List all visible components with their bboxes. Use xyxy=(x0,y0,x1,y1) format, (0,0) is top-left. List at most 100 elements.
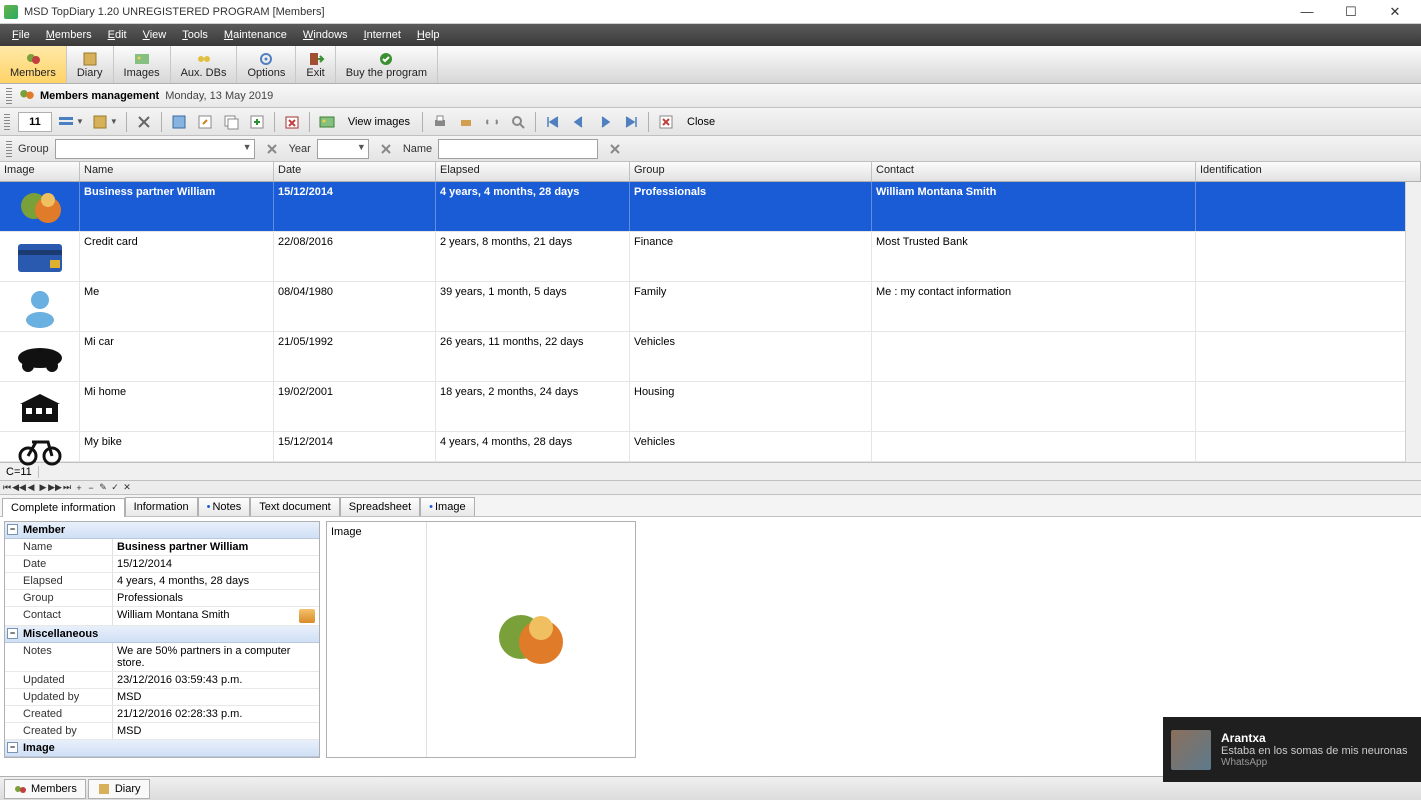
toolbar-auxdbs-button[interactable]: Aux. DBs xyxy=(171,46,238,83)
table-row[interactable]: Business partner William15/12/20144 year… xyxy=(0,182,1421,232)
collapse-icon[interactable]: − xyxy=(7,524,18,535)
nav-prev-page-button[interactable]: ◀◀ xyxy=(14,483,24,493)
prop-section-image[interactable]: −Image xyxy=(5,740,319,757)
table-row[interactable]: Credit card22/08/20162 years, 8 months, … xyxy=(0,232,1421,282)
prop-value: 21/12/2016 02:28:33 p.m. xyxy=(113,706,319,722)
collapse-icon[interactable]: − xyxy=(7,628,18,639)
system-notification[interactable]: Arantxa Estaba en los somas de mis neuro… xyxy=(1163,717,1421,782)
group-filter-combo[interactable]: ▼ xyxy=(55,139,255,159)
link-button[interactable] xyxy=(481,111,503,133)
contact-badge-icon[interactable] xyxy=(299,609,315,623)
tab-text-document[interactable]: Text document xyxy=(250,497,340,516)
menu-maintenance[interactable]: Maintenance xyxy=(216,27,295,43)
prop-row[interactable]: Updated byMSD xyxy=(5,689,319,706)
prop-row[interactable]: Created byMSD xyxy=(5,723,319,740)
edit-button[interactable] xyxy=(194,111,216,133)
menu-help[interactable]: Help xyxy=(409,27,448,43)
new-button[interactable] xyxy=(168,111,190,133)
prop-row[interactable]: Elapsed4 years, 4 months, 28 days xyxy=(5,573,319,590)
menu-internet[interactable]: Internet xyxy=(356,27,409,43)
search-button[interactable] xyxy=(507,111,529,133)
sort-button[interactable]: ▼ xyxy=(90,111,120,133)
toolbar-images-button[interactable]: Images xyxy=(114,46,171,83)
prop-row[interactable]: GroupProfessionals xyxy=(5,590,319,607)
tab-spreadsheet[interactable]: Spreadsheet xyxy=(340,497,420,516)
table-row[interactable]: Mi car21/05/199226 years, 11 months, 22 … xyxy=(0,332,1421,382)
nav-remove-button[interactable]: − xyxy=(86,483,96,493)
collapse-icon[interactable]: − xyxy=(7,742,18,753)
table-row[interactable]: Me08/04/198039 years, 1 month, 5 daysFam… xyxy=(0,282,1421,332)
tab-image[interactable]: •Image xyxy=(420,497,474,516)
clear-year-button[interactable] xyxy=(375,138,397,160)
prop-row[interactable]: Date15/12/2014 xyxy=(5,556,319,573)
view-images-button[interactable]: View images xyxy=(342,116,416,128)
menu-members[interactable]: Members xyxy=(38,27,100,43)
table-row[interactable]: Mi home19/02/200118 years, 2 months, 24 … xyxy=(0,382,1421,432)
close-button[interactable]: ✕ xyxy=(1373,1,1417,23)
nav-cancel-button[interactable]: ✕ xyxy=(122,483,132,493)
delete-button[interactable] xyxy=(281,111,303,133)
clear-name-button[interactable] xyxy=(604,138,626,160)
menu-edit[interactable]: Edit xyxy=(100,27,135,43)
cut-button[interactable] xyxy=(133,111,155,133)
column-header-contact[interactable]: Contact xyxy=(872,162,1196,181)
grid-scrollbar[interactable] xyxy=(1405,182,1421,462)
tab-notes[interactable]: •Notes xyxy=(198,497,251,516)
menu-windows[interactable]: Windows xyxy=(295,27,356,43)
last-nav-button[interactable] xyxy=(620,111,642,133)
nav-next-button[interactable]: ▶ xyxy=(38,483,48,493)
next-nav-button[interactable] xyxy=(594,111,616,133)
menu-view[interactable]: View xyxy=(135,27,175,43)
prop-row[interactable]: Created21/12/2016 02:28:33 p.m. xyxy=(5,706,319,723)
prop-section-member[interactable]: −Member xyxy=(5,522,319,539)
toolbar-buy-button[interactable]: Buy the program xyxy=(336,46,438,83)
nav-add-button[interactable]: + xyxy=(74,483,84,493)
name-filter-input[interactable] xyxy=(438,139,598,159)
prop-row[interactable]: NotesWe are 50% partners in a computer s… xyxy=(5,643,319,672)
prop-key: Updated xyxy=(5,672,113,688)
minimize-button[interactable]: — xyxy=(1285,1,1329,23)
column-header-group[interactable]: Group xyxy=(630,162,872,181)
nav-last-button[interactable]: ⏭ xyxy=(62,483,72,493)
copy-button[interactable] xyxy=(220,111,242,133)
close-icon[interactable] xyxy=(655,111,677,133)
column-header-date[interactable]: Date xyxy=(274,162,436,181)
menu-file[interactable]: File xyxy=(4,27,38,43)
view-mode-button[interactable]: ▼ xyxy=(56,111,86,133)
prop-row[interactable]: ContactWilliam Montana Smith xyxy=(5,607,319,626)
menu-tools[interactable]: Tools xyxy=(174,27,216,43)
toolbar-exit-button[interactable]: Exit xyxy=(296,46,335,83)
record-counter-input[interactable]: 11 xyxy=(18,112,52,132)
tab-information[interactable]: Information xyxy=(125,497,198,516)
column-header-image[interactable]: Image xyxy=(0,162,80,181)
bottom-tab-diary[interactable]: Diary xyxy=(88,779,150,799)
close-view-button[interactable]: Close xyxy=(681,116,721,128)
preview-button[interactable] xyxy=(455,111,477,133)
prop-row[interactable]: Updated23/12/2016 03:59:43 p.m. xyxy=(5,672,319,689)
nav-prev-button[interactable]: ◀ xyxy=(26,483,36,493)
toolbar-diary-button[interactable]: Diary xyxy=(67,46,114,83)
row-group: Vehicles xyxy=(630,332,872,381)
prop-row[interactable]: NameBusiness partner William xyxy=(5,539,319,556)
nav-edit-button[interactable]: ✎ xyxy=(98,483,108,493)
toolbar-members-button[interactable]: Members xyxy=(0,46,67,83)
prop-section-miscellaneous[interactable]: −Miscellaneous xyxy=(5,626,319,643)
column-header-elapsed[interactable]: Elapsed xyxy=(436,162,630,181)
nav-post-button[interactable]: ✓ xyxy=(110,483,120,493)
clear-group-button[interactable] xyxy=(261,138,283,160)
prev-nav-button[interactable] xyxy=(568,111,590,133)
column-header-name[interactable]: Name xyxy=(80,162,274,181)
nav-first-button[interactable]: ⏮ xyxy=(2,483,12,493)
tab-complete-information[interactable]: Complete information xyxy=(2,498,125,517)
table-row[interactable]: My bike15/12/20144 years, 4 months, 28 d… xyxy=(0,432,1421,462)
first-nav-button[interactable] xyxy=(542,111,564,133)
toolbar-options-button[interactable]: Options xyxy=(237,46,296,83)
bottom-tab-members[interactable]: Members xyxy=(4,779,86,799)
add-button[interactable] xyxy=(246,111,268,133)
maximize-button[interactable]: ☐ xyxy=(1329,1,1373,23)
column-header-identification[interactable]: Identification xyxy=(1196,162,1421,181)
nav-next-page-button[interactable]: ▶▶ xyxy=(50,483,60,493)
year-filter-combo[interactable]: ▼ xyxy=(317,139,369,159)
print-button[interactable] xyxy=(429,111,451,133)
view-images-icon[interactable] xyxy=(316,111,338,133)
